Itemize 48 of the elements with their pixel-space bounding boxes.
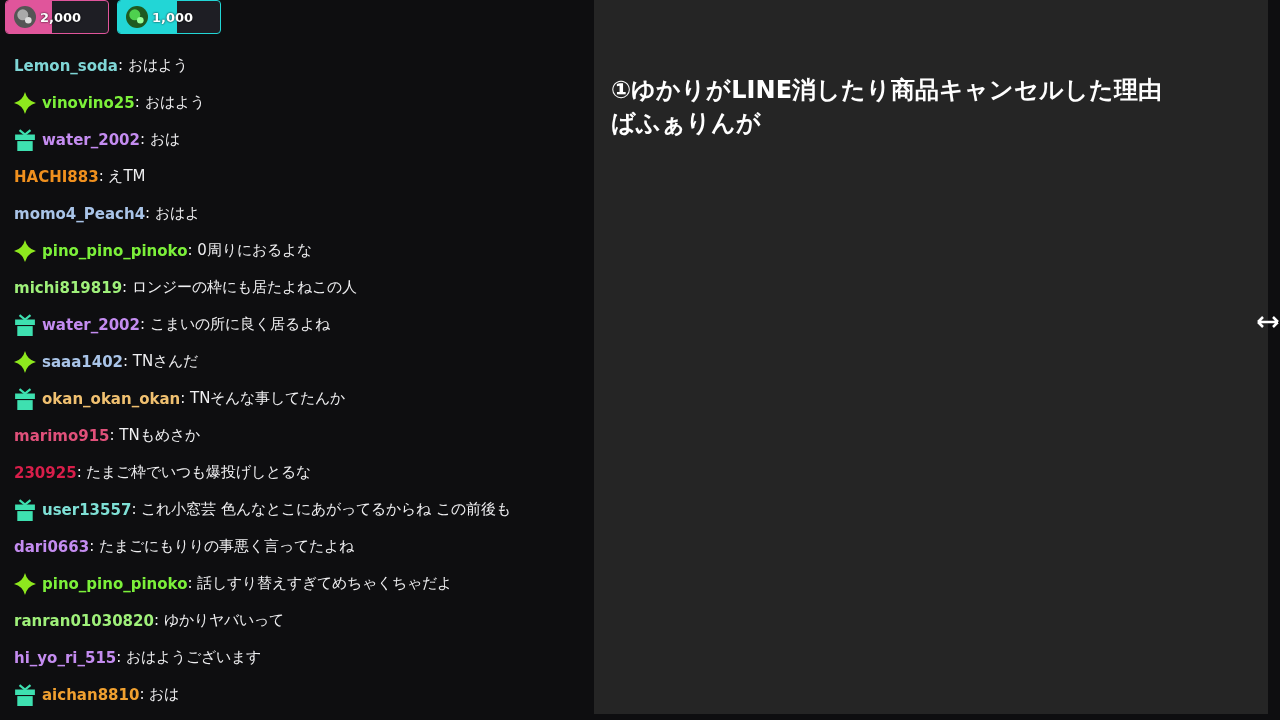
chat-username[interactable]: marimo915 [14, 426, 110, 445]
gift-icon [14, 683, 36, 706]
chat-username[interactable]: vinovino25 [42, 93, 135, 112]
gift-icon [14, 387, 36, 410]
chat-username[interactable]: Lemon_soda [14, 56, 118, 75]
chat-username[interactable]: HACHI883 [14, 167, 99, 186]
sparkle-icon [14, 572, 36, 595]
chat-message: : おは [139, 685, 180, 704]
chat-message: : たまご枠でいつも爆投げしとるな [76, 463, 312, 482]
editor-text: ①ゆかりがLINE消したり商品キャンセルした理由 [611, 75, 1164, 106]
chat-username[interactable]: dari0663 [14, 537, 90, 556]
chat-message: : おはよ [145, 204, 200, 222]
chat-username[interactable]: pino_pino_pinoko [42, 241, 188, 260]
chat-message: : これ小窓芸 色んなとこにあがってるからね この前後も [131, 500, 511, 519]
gift-icon [14, 498, 36, 521]
sparkle-icon [14, 350, 36, 373]
chat-username[interactable]: okan_okan_okan [42, 389, 181, 408]
chat-username[interactable]: water_2002 [42, 315, 140, 334]
chat-message: : おはよう [134, 93, 205, 112]
chat-message: : ロンジーの枠にも居たよねこの人 [122, 278, 357, 297]
chat-message: : えTM [98, 167, 146, 186]
chat-username[interactable]: 230925 [14, 463, 77, 482]
chat-username[interactable]: michi819819 [14, 278, 123, 297]
chat-username[interactable]: saaa1402 [42, 352, 124, 371]
chat-username[interactable]: user13557 [42, 500, 132, 519]
chat-message: : おはよう [117, 56, 188, 75]
chat-username[interactable]: water_2002 [42, 130, 140, 149]
chat-username[interactable]: ranran01030820 [14, 611, 154, 630]
chat-message: : おは [139, 130, 180, 149]
gift-icon [14, 128, 36, 151]
chat-message: : TNそんな事してたんか [180, 389, 346, 408]
gift-icon [14, 313, 36, 336]
chat-message: : こまいの所に良く居るよね [139, 315, 330, 334]
sparkle-icon [14, 91, 36, 114]
chat-message: : おはようございます [116, 648, 262, 667]
chat-username[interactable]: aichan8810 [42, 685, 140, 704]
chat-message: : たまごにもりりの事悪く言ってたよね [89, 537, 354, 556]
chat-username[interactable]: hi_yo_ri_515 [14, 648, 117, 667]
chat-message: : 0周りにおるよな [187, 241, 312, 259]
resize-cursor-icon [1256, 316, 1280, 328]
chat-message: : TNもめさか [109, 426, 200, 445]
editor-text: ばふぁりんが [611, 108, 762, 139]
chat-message: : ゆかりヤバいって [153, 611, 284, 630]
chat-username[interactable]: pino_pino_pinoko [42, 574, 188, 593]
sparkle-icon [14, 239, 36, 262]
chat-username[interactable]: momo4_Peach4 [14, 204, 146, 223]
chat-message: : 話しすり替えすぎてめちゃくちゃだよ [187, 574, 453, 592]
chat-message: : TNさんだ [123, 352, 199, 371]
